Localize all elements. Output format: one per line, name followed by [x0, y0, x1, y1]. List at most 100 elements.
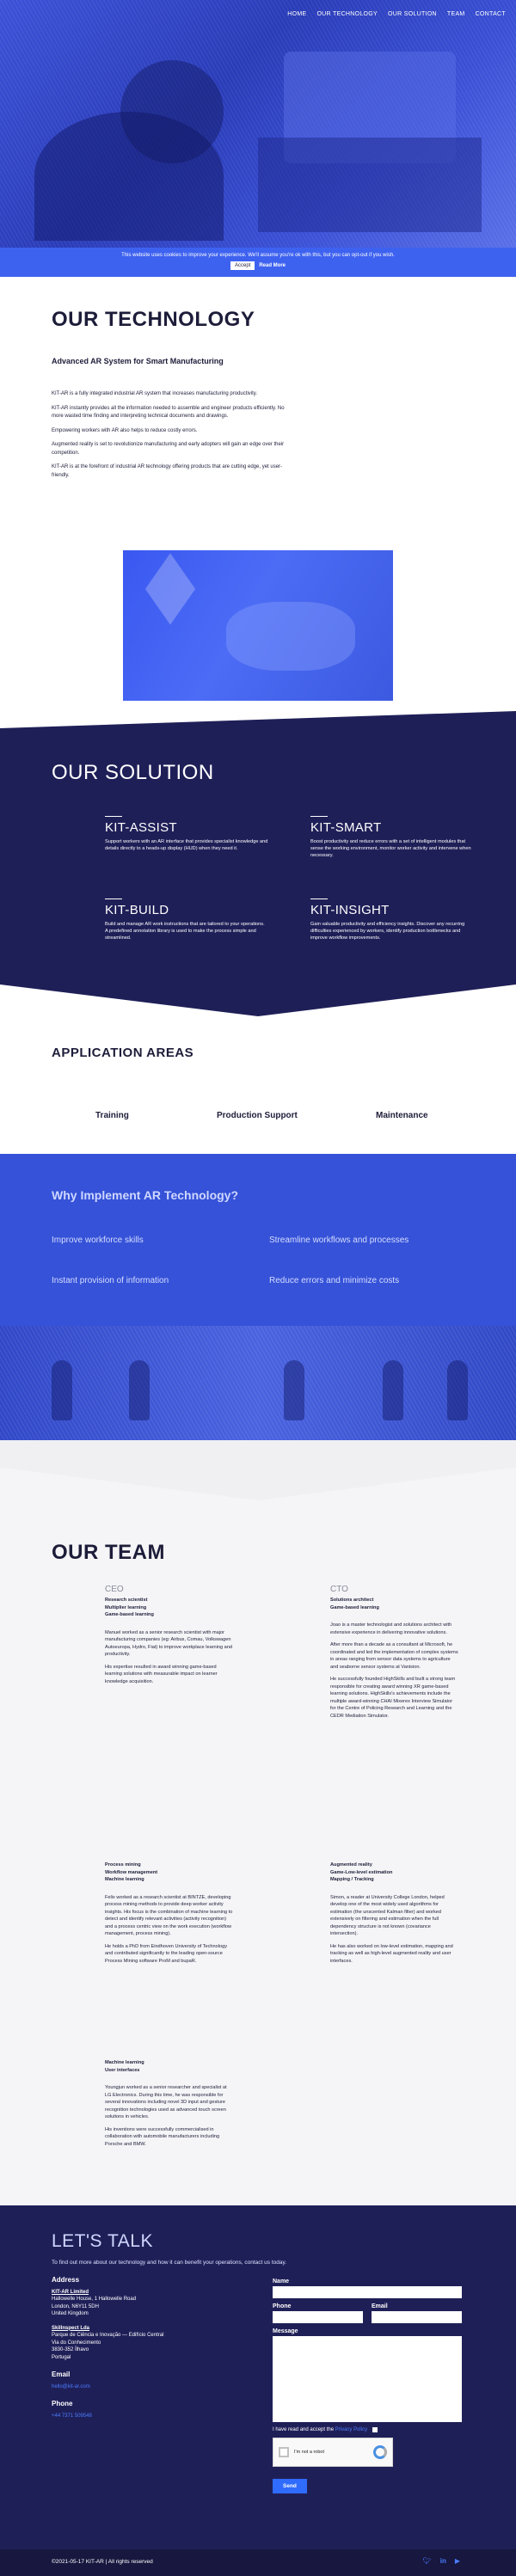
application-area: Production Support	[217, 1111, 298, 1120]
linkedin-icon[interactable]: in	[440, 2557, 446, 2565]
solution-item-kit-smart: KIT-SMART Boost productivity and reduce …	[310, 816, 474, 859]
solution-item-name: KIT-INSIGHT	[310, 903, 390, 917]
divider	[310, 816, 328, 817]
nav-contact[interactable]: CONTACT	[476, 11, 506, 17]
member-tags: Machine learning User interfaces	[105, 2059, 234, 2074]
consent-checkbox[interactable]	[372, 2427, 378, 2432]
photo-texture	[0, 1326, 516, 1440]
worker-figure	[447, 1360, 468, 1420]
member-tag: Mapping / Tracking	[330, 1877, 374, 1882]
member-bio: He successfully founded HighSkills and b…	[330, 1677, 456, 1719]
cookie-accept-button[interactable]: Accept	[230, 261, 255, 270]
email-field[interactable]	[372, 2311, 462, 2323]
phone-label: Phone	[273, 2303, 292, 2309]
team-member: Process mining Workflow management Machi…	[105, 1861, 234, 1970]
member-tag: Research scientist	[105, 1598, 148, 1603]
member-tag: Game-Low-level estimation	[330, 1869, 393, 1875]
member-tag: Machine learning	[105, 1877, 144, 1882]
solution-item-name: KIT-ASSIST	[105, 820, 177, 835]
solution-item-text: Support workers with an AR interface tha…	[105, 839, 268, 851]
message-label: Message	[273, 2328, 298, 2334]
member-tags: Process mining Workflow management Machi…	[105, 1861, 234, 1884]
consent-label: I have read and accept the	[273, 2427, 335, 2432]
member-bio: His inventions were successfully commerc…	[105, 2126, 220, 2147]
image-glow	[226, 602, 355, 671]
member-bio: Felix worked as a research scientist at …	[105, 1894, 233, 1937]
cube-graphic	[144, 553, 196, 625]
member-tag: Multiplier learning	[105, 1604, 147, 1610]
worker-figure	[383, 1360, 403, 1420]
team-member-cto: CTO Solutions architect Game-based learn…	[330, 1585, 459, 1725]
member-bio: Youngjun worked as a senior researcher a…	[105, 2085, 227, 2119]
nav-our-technology[interactable]: OUR TECHNOLOGY	[316, 11, 378, 17]
twitter-icon[interactable]: 🐦︎	[423, 2557, 432, 2565]
team-section: OUR TEAM CEO Research scientist Multipli…	[0, 1440, 516, 2205]
office-name: Skillnspect Lda	[52, 2325, 90, 2331]
solution-item-name: KIT-SMART	[310, 820, 382, 835]
nav-home[interactable]: HOME	[287, 11, 306, 17]
email-heading: Email	[52, 2371, 71, 2378]
contact-intro: To find out more about our technology an…	[52, 2260, 287, 2266]
technology-paragraph: KIT-AR is at the forefront of industrial…	[52, 464, 283, 478]
worker-figure	[129, 1360, 150, 1420]
member-tag: Solutions architect	[330, 1598, 374, 1603]
member-tag: User interfaces	[105, 2067, 140, 2073]
member-tag: Process mining	[105, 1862, 141, 1868]
youtube-icon[interactable]: ▶	[455, 2557, 460, 2565]
technology-subtitle: Advanced AR System for Smart Manufacturi…	[52, 357, 224, 365]
main-nav: HOME OUR TECHNOLOGY OUR SOLUTION TEAM CO…	[287, 11, 506, 17]
message-field[interactable]	[273, 2336, 462, 2422]
solution-item-text: Boost productivity and reduce errors wit…	[310, 839, 471, 858]
nav-team[interactable]: TEAM	[447, 11, 465, 17]
consent-text: I have read and accept the Privacy Polic…	[273, 2427, 367, 2432]
member-tags: Solutions architect Game-based learning	[330, 1597, 459, 1611]
member-bio: He has also worked on low-level estimati…	[330, 1943, 453, 1964]
solution-item-kit-insight: KIT-INSIGHT Gain valuable productivity a…	[310, 899, 474, 941]
nav-our-solution[interactable]: OUR SOLUTION	[388, 11, 437, 17]
cookie-text: This website uses cookies to improve you…	[121, 253, 395, 258]
team-title: OUR TEAM	[52, 1541, 165, 1564]
office-line: Via do Conhecimento	[52, 2340, 101, 2346]
technology-section: OUR TECHNOLOGY Advanced AR System for Sm…	[0, 277, 516, 711]
name-label: Name	[273, 2279, 290, 2285]
member-tag: Game-based learning	[330, 1604, 379, 1610]
solution-section: OUR SOLUTION KIT-ASSIST Support workers …	[0, 711, 516, 1016]
consent-row: I have read and accept the Privacy Polic…	[273, 2427, 462, 2432]
why-item: Streamline workflows and processes	[269, 1236, 409, 1245]
phone-link[interactable]: +44 7371 509548	[52, 2413, 92, 2419]
cookie-banner: This website uses cookies to improve you…	[0, 248, 516, 277]
member-bio: Simon, a reader at University College Lo…	[330, 1894, 445, 1937]
recaptcha-checkbox[interactable]	[279, 2447, 289, 2457]
applications-section: APPLICATION AREAS Training Production Su…	[0, 1016, 516, 1154]
member-tags: Augmented reality Game-Low-level estimat…	[330, 1861, 459, 1884]
member-role: CTO	[330, 1585, 348, 1594]
send-button[interactable]: Send	[273, 2479, 307, 2493]
workers-photo-banner	[0, 1326, 516, 1440]
team-member-ceo: CEO Research scientist Multiplier learni…	[105, 1585, 234, 1690]
technology-paragraph: Empowering workers with AR also helps to…	[52, 427, 198, 433]
solution-item-kit-build: KIT-BUILD Build and manage AR work instr…	[105, 899, 268, 941]
office-line: 3830-352 Ílhavo	[52, 2347, 89, 2352]
technology-title: OUR TECHNOLOGY	[52, 308, 255, 331]
email-link[interactable]: hello@kit-ar.com	[52, 2384, 90, 2389]
why-title: Why Implement AR Technology?	[52, 1188, 239, 1202]
recaptcha-icon	[373, 2445, 387, 2459]
member-bio: Joao is a master technologist and soluti…	[330, 1622, 452, 1635]
solution-item-text: Build and manage AR work instructions th…	[105, 922, 265, 941]
member-bio: Manuel worked as a senior research scien…	[105, 1629, 232, 1658]
copyright: ©2021-05-17 KIT-AR | All rights reserved	[52, 2559, 153, 2565]
worker-figure	[52, 1360, 72, 1420]
privacy-policy-link[interactable]: Privacy Policy	[335, 2427, 367, 2432]
office-line: Portugal	[52, 2354, 71, 2360]
phone-field[interactable]	[273, 2311, 363, 2323]
address-heading: Address	[52, 2276, 80, 2284]
member-tags: Research scientist Multiplier learning G…	[105, 1597, 234, 1619]
worker-figure	[284, 1360, 304, 1420]
member-tag: Game-based learning	[105, 1612, 154, 1617]
name-field[interactable]	[273, 2286, 462, 2298]
member-bio: After more than a decade as a consultant…	[330, 1642, 458, 1670]
why-ar-section: Why Implement AR Technology? Improve wor…	[0, 1154, 516, 1326]
office-name: KIT-AR Limited	[52, 2289, 89, 2295]
email-label: Email	[372, 2303, 388, 2309]
cookie-read-more-link[interactable]: Read More	[259, 263, 286, 268]
